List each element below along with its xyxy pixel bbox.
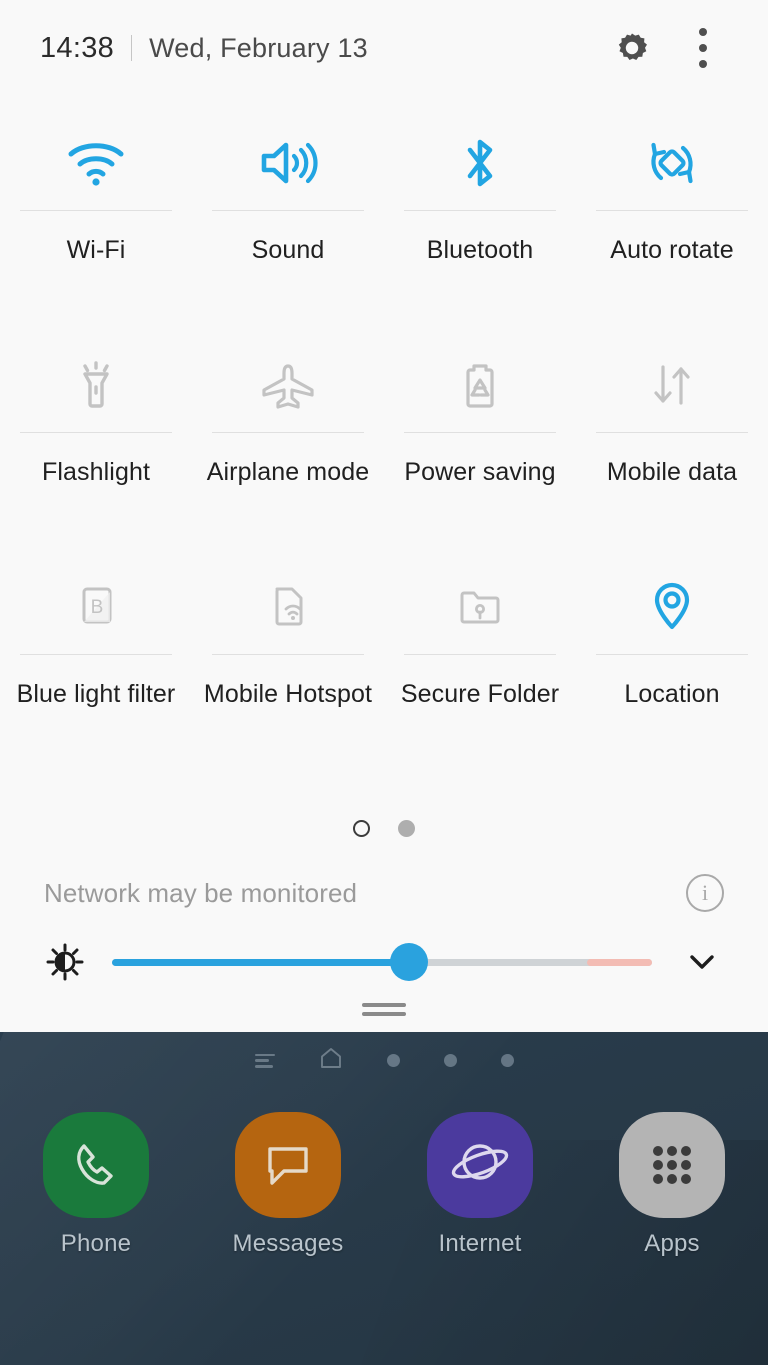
tile-blue-light-filter[interactable]: B Blue light filter: [0, 540, 192, 710]
tile-underline: [20, 210, 172, 211]
tile-power-saving[interactable]: Power saving: [384, 318, 576, 488]
secure-folder-icon: [452, 564, 508, 650]
drag-handle[interactable]: [0, 1003, 768, 1016]
dock-label: Internet: [438, 1230, 522, 1257]
home-page-dot: [500, 1054, 514, 1067]
dock-label: Messages: [232, 1230, 344, 1257]
tile-wifi[interactable]: Wi-Fi: [0, 96, 192, 266]
row-spacer: [0, 266, 768, 318]
tile-underline: [212, 210, 364, 211]
dock-app-internet[interactable]: Internet: [400, 1112, 560, 1258]
tile-label: Secure Folder: [400, 680, 560, 708]
dock-app-phone[interactable]: Phone: [16, 1112, 176, 1258]
network-monitor-notice: Network may be monitored i: [0, 870, 768, 916]
tile-row: Wi-Fi Sound Bluetooth Auto rotate: [0, 96, 768, 266]
info-glyph: i: [701, 880, 709, 905]
home-page-dot: [386, 1054, 400, 1067]
tile-label: Wi-Fi: [66, 236, 126, 264]
brightness-control: [0, 934, 768, 990]
tile-label: Mobile data: [606, 458, 738, 486]
tile-bluetooth[interactable]: Bluetooth: [384, 96, 576, 266]
tile-underline: [596, 210, 748, 211]
tile-mobile-hotspot[interactable]: Mobile Hotspot: [192, 540, 384, 710]
internet-icon: [427, 1112, 533, 1218]
tile-label: Flashlight: [42, 458, 150, 486]
info-icon[interactable]: i: [686, 874, 724, 912]
tile-airplane-mode[interactable]: Airplane mode: [192, 318, 384, 488]
tile-underline: [404, 654, 556, 655]
tile-label: Location: [624, 680, 720, 708]
gear-icon[interactable]: [604, 20, 660, 76]
tile-underline: [20, 432, 172, 433]
slider-warning-zone: [587, 958, 652, 966]
tile-row: Flashlight Airplane mode Power saving Mo…: [0, 318, 768, 488]
overflow-menu-icon[interactable]: [678, 20, 728, 76]
brightness-slider[interactable]: [112, 939, 652, 985]
phone-icon: [43, 1112, 149, 1218]
sound-icon: [258, 120, 318, 206]
quick-settings-panel: 14:38 Wed, February 13 Wi-Fi Sound Bluet…: [0, 0, 768, 1032]
tile-label: Blue light filter: [16, 680, 176, 708]
panel-page-dot-2[interactable]: [398, 820, 415, 837]
blue-light-filter-icon: B: [72, 564, 120, 650]
tile-underline: [212, 432, 364, 433]
tile-flashlight[interactable]: Flashlight: [0, 318, 192, 488]
svg-text:B: B: [91, 597, 104, 618]
status-date: Wed, February 13: [149, 32, 368, 63]
quick-settings-tiles: Wi-Fi Sound Bluetooth Auto rotate Flashl…: [0, 96, 768, 710]
dock-app-apps[interactable]: Apps: [592, 1112, 752, 1258]
tile-row: B Blue light filter Mobile Hotspot Secur…: [0, 540, 768, 710]
tile-label: Power saving: [404, 458, 556, 486]
tile-label: Sound: [251, 236, 325, 264]
tile-secure-folder[interactable]: Secure Folder: [384, 540, 576, 710]
home-dock: Phone Messages Internet Apps: [0, 1112, 768, 1258]
flashlight-icon: [71, 342, 121, 428]
slider-thumb[interactable]: [390, 943, 428, 981]
tile-underline: [404, 210, 556, 211]
home-icon: [319, 1046, 343, 1075]
tile-sound[interactable]: Sound: [192, 96, 384, 266]
hotspot-icon: [264, 564, 312, 650]
tile-auto-rotate[interactable]: Auto rotate: [576, 96, 768, 266]
slider-fill: [112, 958, 409, 966]
bluetooth-icon: [457, 120, 503, 206]
auto-rotate-icon: [643, 120, 701, 206]
dock-app-messages[interactable]: Messages: [208, 1112, 368, 1258]
quick-settings-header: 14:38 Wed, February 13: [0, 0, 768, 96]
apps-list-icon: [254, 1053, 275, 1068]
tile-underline: [404, 432, 556, 433]
auto-brightness-icon[interactable]: [42, 939, 88, 985]
apps-grid-icon: [619, 1112, 725, 1218]
location-pin-icon: [648, 564, 696, 650]
tile-label: Airplane mode: [206, 458, 370, 486]
home-page-indicator: [0, 1046, 768, 1075]
tile-underline: [20, 654, 172, 655]
panel-page-dot-1[interactable]: [353, 820, 370, 837]
tile-underline: [596, 432, 748, 433]
wifi-icon: [65, 120, 127, 206]
tile-underline: [212, 654, 364, 655]
status-clock: 14:38: [40, 31, 115, 64]
phone-screen: Phone Messages Internet Apps 14:38 Wed, …: [0, 0, 768, 1365]
tile-label: Bluetooth: [426, 236, 534, 264]
panel-page-indicator[interactable]: [0, 820, 768, 837]
airplane-icon: [257, 342, 319, 428]
messages-icon: [235, 1112, 341, 1218]
monitor-text: Network may be monitored: [44, 877, 358, 908]
tile-mobile-data[interactable]: Mobile data: [576, 318, 768, 488]
tile-label: Auto rotate: [610, 236, 734, 264]
dock-label: Apps: [644, 1230, 700, 1257]
header-divider: [131, 35, 133, 61]
tile-location[interactable]: Location: [576, 540, 768, 710]
mobile-data-icon: [644, 342, 700, 428]
row-spacer: [0, 488, 768, 540]
tile-underline: [596, 654, 748, 655]
dock-label: Phone: [60, 1230, 132, 1257]
power-saving-icon: [456, 342, 504, 428]
home-page-dot: [443, 1054, 457, 1067]
tile-label: Mobile Hotspot: [203, 680, 373, 708]
chevron-down-icon[interactable]: [678, 938, 726, 986]
